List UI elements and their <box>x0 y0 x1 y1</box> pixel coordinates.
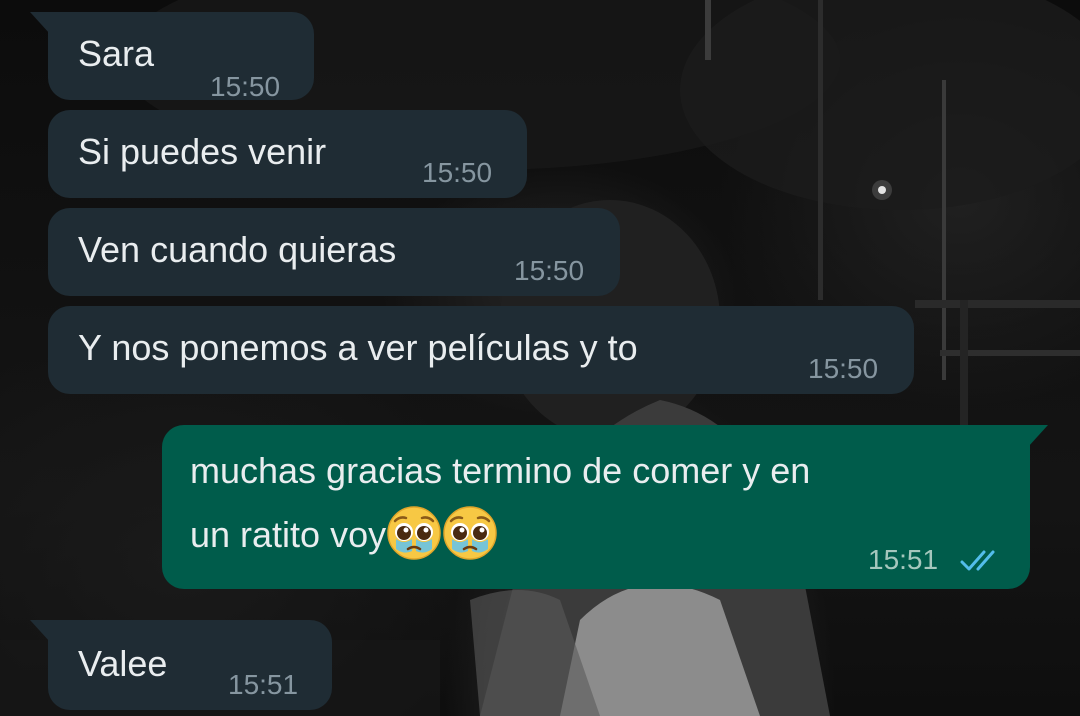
message-text: Si puedes venir <box>78 131 327 172</box>
message-bubble-incoming[interactable]: Y nos ponemos a ver películas y to 15:50 <box>48 306 914 394</box>
message-bubble-incoming[interactable]: Si puedes venir 15:50 <box>48 110 527 198</box>
double-check-read-icon <box>960 550 995 571</box>
message-time: 15:50 <box>422 157 493 188</box>
message-text: Y nos ponemos a ver películas y to <box>78 327 638 368</box>
message-bubble-incoming[interactable]: Valee 15:51 <box>30 620 332 710</box>
message-time: 15:50 <box>514 255 585 286</box>
message-time: 15:50 <box>808 353 879 384</box>
message-text: Valee <box>78 643 168 684</box>
pleading-face-tears-emoji <box>387 506 441 561</box>
message-text-line-1: muchas gracias termino de comer y en <box>190 450 811 491</box>
message-bubble-incoming[interactable]: Sara 15:50 <box>30 12 314 102</box>
pleading-face-tears-emoji <box>443 506 497 561</box>
message-time: 15:51 <box>228 669 299 700</box>
message-bubble-incoming[interactable]: Ven cuando quieras 15:50 <box>48 208 620 296</box>
message-text-line-2: un ratito voy <box>190 506 498 561</box>
message-text: un ratito voy <box>190 514 387 555</box>
message-time: 15:51 <box>868 544 939 575</box>
message-text: Ven cuando quieras <box>78 229 397 270</box>
message-text: Sara <box>78 33 155 74</box>
message-time: 15:50 <box>210 71 281 102</box>
message-bubble-outgoing[interactable]: muchas gracias termino de comer y en un … <box>162 425 1048 589</box>
